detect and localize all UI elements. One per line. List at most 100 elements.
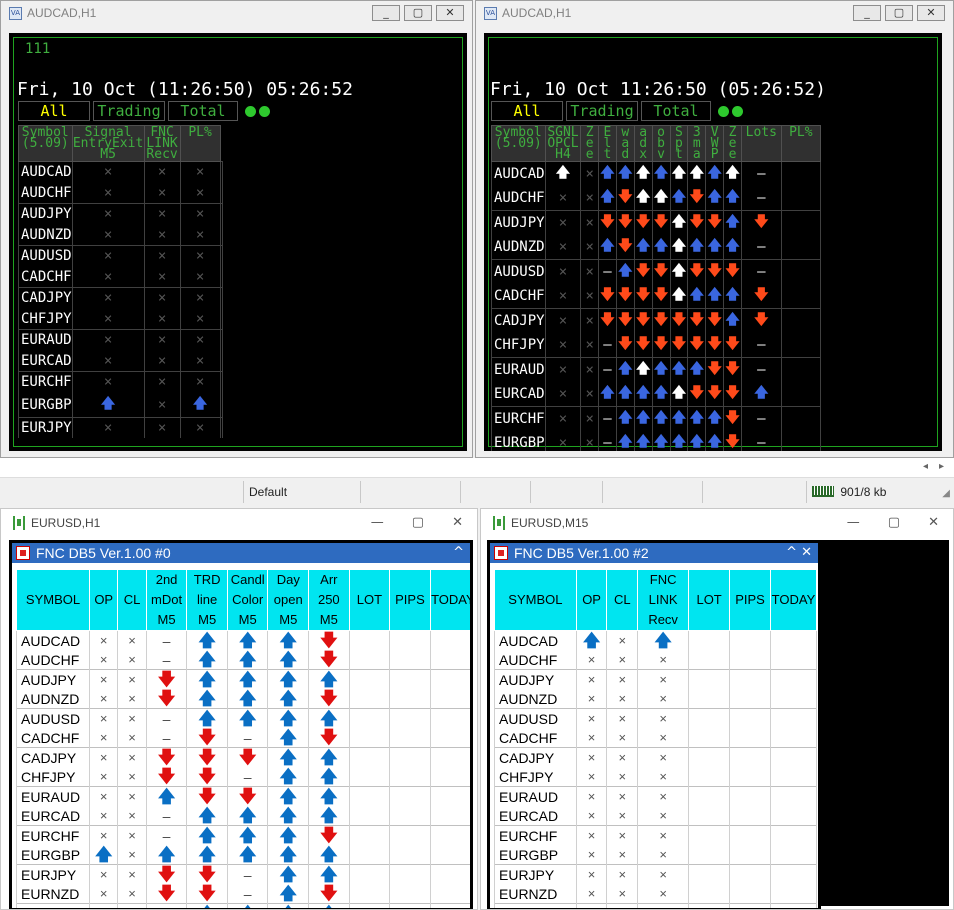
maximize-button[interactable]: ▢ [404, 5, 432, 21]
collapse-icon[interactable]: ^ [453, 543, 464, 563]
column-header[interactable]: TRD line M5 [186, 569, 228, 631]
column-header[interactable]: LOT [688, 569, 731, 631]
column-header[interactable]: 2nd mDot M5 [145, 569, 188, 631]
column-header[interactable]: Zee [580, 125, 599, 162]
table-row[interactable]: CHFJPY × × × [18, 308, 224, 330]
table-row[interactable]: CHFJPY × × – 🡇 🡇 🡇 🡇 🡇 🡇 🡇 – [491, 333, 822, 358]
collapse-close-icon[interactable]: ^ ✕ [786, 543, 812, 563]
title-bar[interactable]: EURUSD,M15 — ▢ ✕ [481, 509, 953, 537]
window-bottom-right[interactable]: EURUSD,M15 — ▢ ✕ FNC DB5 Ver.1.00 #2 ^ ✕… [480, 508, 954, 910]
table-row[interactable]: EURCAD × × 🡅 🡅 🡅 🡅 🡅 🡇 🡇 🡇 🡅 [491, 382, 822, 407]
column-header[interactable]: adx [633, 125, 653, 162]
table-row[interactable]: AUDUSD × × – 🡅 🡅 🡅 🡅 [15, 708, 470, 728]
table-row[interactable]: CADCHF × × × [494, 728, 818, 748]
column-header[interactable]: Candl Color M5 [226, 569, 269, 631]
table-row[interactable]: EURCHF × × × [18, 371, 224, 393]
column-header[interactable]: LOT [348, 569, 391, 631]
column-header[interactable]: FNC LINK Recv [637, 569, 690, 631]
fnc-panel[interactable]: FNC DB5 Ver.1.00 #2 ^ ✕ SYMBOL OP CL FNC LIN… [487, 540, 821, 909]
minimize-button[interactable]: — [847, 515, 860, 530]
scroll-strip[interactable]: ◂ ▸ [0, 458, 954, 478]
table-row[interactable]: AUDCHF × × × [18, 182, 224, 204]
table-row[interactable]: AUDJPY × × 🡇 🡅 🡅 🡅 🡅 [15, 669, 470, 689]
column-header[interactable]: VWP [705, 125, 725, 162]
table-row[interactable]: CADCHF × × – 🡇 – 🡅 🡇 [15, 728, 470, 748]
title-bar[interactable]: VA AUDCAD,H1 _ ▢ ✕ [1, 1, 472, 25]
maximize-button[interactable]: ▢ [888, 515, 900, 530]
table-row[interactable]: EURGBP × × × [494, 845, 818, 865]
close-button[interactable]: ✕ [928, 515, 939, 530]
column-header[interactable]: PL% [179, 125, 221, 162]
table-row[interactable]: EURCAD × × × [494, 806, 818, 826]
table-row[interactable]: EURAUD × × – 🡅 🡅 🡅 🡅 🡅 🡇 🡇 – [491, 357, 822, 382]
column-header[interactable]: PIPS [729, 569, 771, 631]
panel-header[interactable]: FNC DB5 Ver.1.00 #2 ^ ✕ [490, 543, 818, 563]
table-row[interactable]: AUDUSD × × × [494, 708, 818, 728]
column-header[interactable]: Arr 250 M5 [308, 569, 350, 631]
table-row[interactable]: EURJPY × × 🡇 🡇 – 🡅 🡅 [15, 864, 470, 884]
window-top-left[interactable]: VA AUDCAD,H1 _ ▢ ✕ 111 Fri, 10 Oct (11:2… [0, 0, 473, 458]
column-header[interactable]: 3ma [687, 125, 707, 162]
table-row[interactable]: CADJPY × × 🡇 🡇 🡇 🡅 🡅 [15, 747, 470, 767]
chart-pane[interactable]: Fri, 10 Oct 11:26:50 (05:26:52) All Trad… [484, 33, 942, 451]
table-row[interactable]: AUDCHF × × – 🡅 🡅 🡅 🡇 [15, 650, 470, 670]
table-row[interactable]: EURJPY × × × [494, 864, 818, 884]
table-row[interactable]: AUDCAD 🡅 × 🡅 🡅 🡅 🡅 🡅 🡅 🡅 🡅 – [491, 161, 822, 186]
table-row[interactable]: CADCHF × × × [18, 266, 224, 288]
table-row[interactable]: EURCHF × × × [494, 825, 818, 845]
column-header[interactable]: FNC LINK Recv [143, 125, 181, 162]
total-button[interactable]: Total [168, 101, 238, 121]
column-header[interactable]: Spt [669, 125, 689, 162]
chart-pane[interactable]: 111 Fri, 10 Oct (11:26:50) 05:26:52 All … [9, 33, 467, 451]
column-header[interactable]: Symbol (5.09) [491, 125, 546, 162]
title-bar[interactable]: EURUSD,H1 — ▢ ✕ [1, 509, 477, 537]
table-row[interactable]: EURJPY × × × [18, 416, 224, 438]
table-row[interactable]: EURNZD × × × [494, 884, 818, 904]
fnc-panel[interactable]: FNC DB5 Ver.1.00 #0 ^ SYMBOL OP CL 2nd mDot M… [9, 540, 473, 909]
maximize-button[interactable]: ▢ [412, 515, 424, 530]
trading-button[interactable]: Trading [93, 101, 165, 121]
column-header[interactable]: Symbol (5.09) [18, 125, 73, 162]
column-header[interactable]: Elt [598, 125, 617, 162]
table-row[interactable]: AUDNZD × × × [18, 224, 224, 246]
table-row[interactable]: AUDJPY × × × [18, 203, 224, 225]
column-header[interactable]: Lots [741, 125, 782, 162]
column-header[interactable]: Day open M5 [267, 569, 310, 631]
panel-header[interactable]: FNC DB5 Ver.1.00 #0 ^ [12, 543, 470, 563]
table-row[interactable]: EURAUD × × × [18, 329, 224, 351]
table-row[interactable]: AUDJPY × × 🡇 🡇 🡇 🡇 🡅 🡇 🡇 🡅 🡇 [491, 210, 822, 235]
table-row[interactable]: AUDUSD × × – 🡅 🡇 🡇 🡅 🡇 🡇 🡇 – [491, 259, 822, 284]
minimize-button[interactable]: _ [853, 5, 881, 21]
column-header[interactable]: TODAY [429, 569, 470, 631]
total-button[interactable]: Total [641, 101, 711, 121]
close-button[interactable]: ✕ [436, 5, 464, 21]
table-row[interactable]: AUDCHF × × × [494, 650, 818, 670]
table-row[interactable]: AUDUSD × × × [18, 245, 224, 267]
window-bottom-left[interactable]: EURUSD,H1 — ▢ ✕ FNC DB5 Ver.1.00 #0 ^ SY… [0, 508, 478, 910]
table-row[interactable]: CADJPY × × 🡇 🡇 🡇 🡇 🡇 🡇 🡇 🡅 🡇 [491, 308, 822, 333]
column-header[interactable]: wad [615, 125, 635, 162]
table-row[interactable]: AUDJPY × × × [494, 669, 818, 689]
table-row[interactable]: EURCHF × × – 🡅 🡅 🡅 🡇 [15, 825, 470, 845]
table-row[interactable]: EURNZD × × 🡇 🡇 – 🡅 🡇 [15, 884, 470, 904]
table-row[interactable]: AUDCAD × × × [18, 161, 224, 183]
column-header[interactable]: TODAY [769, 569, 818, 631]
table-row[interactable]: AUDCHF × × 🡅 🡇 🡅 🡅 🡅 🡇 🡅 🡅 – [491, 186, 822, 211]
table-row[interactable]: AUDNZD × × × [494, 689, 818, 709]
column-header[interactable]: SYMBOL [494, 569, 577, 631]
table-row[interactable]: EURAUD × × × [494, 786, 818, 806]
close-button[interactable]: ✕ [917, 5, 945, 21]
title-bar[interactable]: VA AUDCAD,H1 _ ▢ ✕ [476, 1, 953, 25]
table-row[interactable]: CHFJPY × × 🡇 🡇 – 🡅 🡅 [15, 767, 470, 787]
table-row[interactable]: EURCAD × × – 🡅 🡅 🡅 🡅 [15, 806, 470, 826]
minimize-button[interactable]: _ [372, 5, 400, 21]
column-header[interactable]: CL [117, 569, 147, 631]
table-row[interactable]: CHFJPY × × × [494, 767, 818, 787]
column-header[interactable]: PIPS [389, 569, 431, 631]
column-header[interactable]: SYMBOL [15, 569, 91, 631]
table-row[interactable]: EURGBP 🡅 × 🡅 🡅 🡅 🡅 🡅 [15, 845, 470, 865]
table-row[interactable]: AUDNZD × × 🡅 🡇 🡅 🡅 🡅 🡅 🡅 🡅 – [491, 235, 822, 260]
resize-grip-icon[interactable]: ◢ [942, 488, 950, 499]
column-header[interactable]: OP [575, 569, 608, 631]
table-row[interactable]: CADJPY × × × [494, 747, 818, 767]
